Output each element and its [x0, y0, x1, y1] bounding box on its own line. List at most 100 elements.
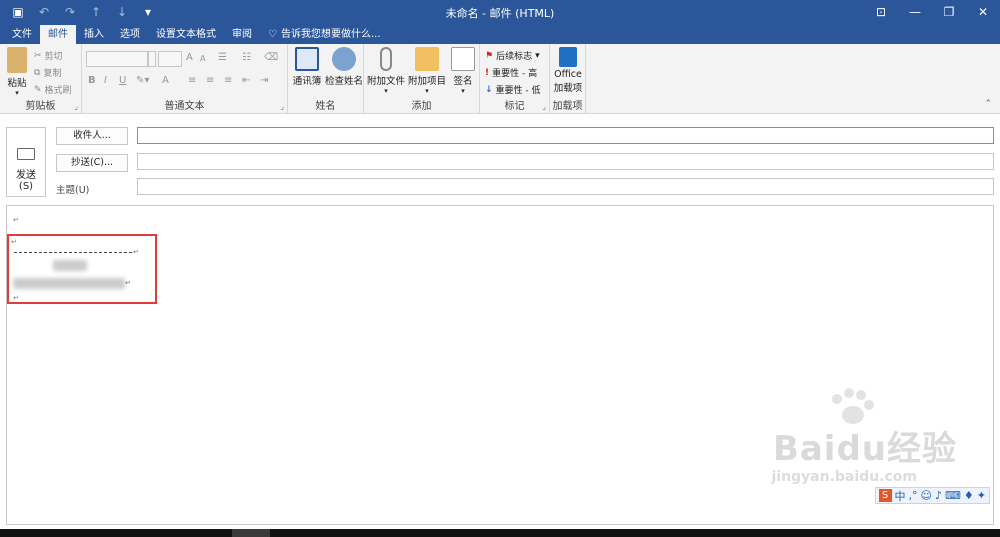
subject-label: 主题(U)	[56, 185, 90, 196]
attach-item-button[interactable]: 附加项目 ▾	[406, 47, 448, 95]
launcher-icon[interactable]: ⌟	[280, 102, 284, 111]
paste-button[interactable]: 粘贴 ▾	[4, 47, 30, 97]
attach-item-label: 附加项目	[407, 76, 446, 87]
group-names: 通讯簿 检查姓名 姓名	[288, 44, 364, 114]
tab-review[interactable]: 审阅	[224, 25, 260, 44]
importance-high-button[interactable]: ! 重要性 - 高	[485, 66, 537, 80]
signature-button[interactable]: 签名 ▾	[450, 47, 476, 95]
taskbar-app[interactable]	[232, 529, 270, 537]
ribbon-tabs: 文件 邮件 插入 选项 设置文本格式 审阅 ♡ 告诉我您想要做什么...	[0, 24, 1000, 44]
title-bar: ▣ ↶ ↷ ↑ ↓ ▾ 未命名 - 邮件 (HTML) ⊡ — ❐ ✕	[0, 0, 1000, 24]
cut-button[interactable]: ✂ 剪切	[34, 49, 63, 63]
attach-file-dropdown-icon: ▾	[384, 87, 388, 95]
paragraph-mark: ↵	[13, 294, 19, 302]
ime-toolbar[interactable]: S 中 ‚° ☺ ♪ ⌨ ♦ ✦	[874, 487, 990, 504]
check-names-label: 检查姓名	[324, 76, 363, 87]
tab-file[interactable]: 文件	[4, 25, 40, 44]
address-book-button[interactable]: 通讯簿	[290, 47, 324, 87]
taskbar	[0, 529, 1000, 537]
ribbon-display-icon[interactable]: ⊡	[864, 0, 898, 24]
subject-field[interactable]	[137, 178, 994, 195]
signature-info-redacted	[13, 278, 125, 289]
font-size-box[interactable]	[158, 51, 182, 67]
watermark-brand: Baidu经验	[772, 429, 957, 469]
to-field[interactable]	[137, 127, 994, 144]
format-painter-button[interactable]: ✎ 格式刷	[34, 83, 72, 97]
flag-icon: ⚑	[485, 50, 494, 61]
font-name-dropdown[interactable]	[148, 51, 156, 67]
collapse-ribbon-icon[interactable]: ⌃	[984, 99, 992, 109]
increase-indent-icon[interactable]: ⇥	[260, 75, 268, 86]
bullets-icon[interactable]: ☰	[218, 52, 227, 63]
signature-icon	[451, 47, 475, 71]
align-center-icon[interactable]: ≡	[206, 75, 214, 86]
watermark-url: jingyan.baidu.com	[771, 469, 917, 485]
group-include: 附加文件 ▾ 附加项目 ▾ 签名 ▾ 添加	[364, 44, 480, 114]
grow-font-button[interactable]: A	[186, 52, 193, 63]
maximize-icon[interactable]: ❐	[932, 0, 966, 24]
bold-button[interactable]: B	[88, 75, 96, 86]
tab-insert[interactable]: 插入	[76, 25, 112, 44]
group-clipboard: 粘贴 ▾ ✂ 剪切 ⧉ 复制 ✎ 格式刷 剪贴板 ⌟	[0, 44, 82, 114]
attach-item-dropdown-icon: ▾	[425, 87, 429, 95]
cc-button[interactable]: 抄送(C)...	[56, 154, 128, 172]
copy-button[interactable]: ⧉ 复制	[34, 66, 61, 80]
ime-mode[interactable]: 中	[895, 488, 906, 504]
follow-up-button[interactable]: ⚑ 后续标志 ▾	[485, 49, 540, 63]
send-button[interactable]: 发送 (S)	[6, 127, 46, 197]
punctuation-icon[interactable]: ‚°	[909, 489, 918, 502]
tools-icon[interactable]: ✦	[977, 489, 986, 502]
paragraph-mark: ↵	[11, 238, 17, 246]
importance-low-button[interactable]: ↓ 重要性 - 低	[485, 83, 541, 97]
font-color-button[interactable]: A	[162, 75, 169, 86]
signature-separator	[14, 252, 132, 253]
launcher-icon[interactable]: ⌟	[542, 102, 546, 111]
to-button[interactable]: 收件人...	[56, 127, 128, 145]
align-left-icon[interactable]: ≡	[188, 75, 196, 86]
office-addins-label-2: 加载项	[553, 83, 583, 94]
paperclip-icon	[380, 47, 392, 71]
sogou-logo[interactable]: S	[878, 489, 892, 502]
signature-highlight-box: ↵ ↵ ↵ ↵	[7, 234, 157, 304]
office-addins-button[interactable]: Office 加载项	[552, 47, 584, 94]
tab-options[interactable]: 选项	[112, 25, 148, 44]
message-body[interactable]: ↵ ↵ ↵ ↵ ↵ Baidu经验 jingyan.baidu.com S 中 …	[6, 205, 994, 525]
launcher-icon[interactable]: ⌟	[74, 102, 78, 111]
tab-message[interactable]: 邮件	[40, 25, 76, 44]
cc-field[interactable]	[137, 153, 994, 170]
voice-icon[interactable]: ♪	[935, 489, 942, 502]
address-book-icon	[295, 47, 319, 71]
paragraph-mark: ↵	[13, 216, 19, 224]
tab-format-text[interactable]: 设置文本格式	[148, 25, 224, 44]
align-right-icon[interactable]: ≡	[224, 75, 232, 86]
check-names-icon	[332, 47, 356, 71]
window-title: 未命名 - 邮件 (HTML)	[445, 7, 555, 20]
minimize-icon[interactable]: —	[898, 0, 932, 24]
group-label-include: 添加	[411, 101, 432, 112]
emoji-icon[interactable]: ☺	[921, 489, 932, 502]
tell-me-box[interactable]: ♡ 告诉我您想要做什么...	[260, 25, 389, 44]
compose-header: 发送 (S) 收件人... 抄送(C)... 主题(U)	[6, 125, 994, 201]
keyboard-icon[interactable]: ⌨	[945, 489, 961, 502]
close-icon[interactable]: ✕	[966, 0, 1000, 24]
highlight-icon[interactable]: ✎▾	[136, 75, 149, 86]
brush-icon: ✎	[34, 84, 42, 95]
clipboard-icon	[7, 47, 27, 73]
skin-icon[interactable]: ♦	[964, 489, 974, 502]
clear-format-icon[interactable]: ⌫	[264, 52, 278, 63]
underline-button[interactable]: U	[119, 75, 126, 86]
check-names-button[interactable]: 检查姓名	[324, 47, 364, 87]
signature-dropdown-icon: ▾	[461, 87, 465, 95]
tell-me-text: 告诉我您想要做什么...	[280, 29, 381, 40]
lightbulb-icon: ♡	[268, 29, 277, 40]
decrease-indent-icon[interactable]: ⇤	[242, 75, 250, 86]
group-label-addins: 加载项	[552, 101, 583, 112]
shrink-font-button[interactable]: A	[200, 54, 205, 63]
send-shortcut: (S)	[18, 181, 34, 192]
numbering-icon[interactable]: ☷	[242, 52, 251, 63]
attach-file-button[interactable]: 附加文件 ▾	[366, 47, 406, 95]
baidu-watermark: Baidu经验 jingyan.baidu.com	[747, 385, 967, 500]
font-name-box[interactable]	[86, 51, 148, 67]
paragraph-mark: ↵	[133, 248, 139, 256]
italic-button[interactable]: I	[104, 75, 107, 86]
